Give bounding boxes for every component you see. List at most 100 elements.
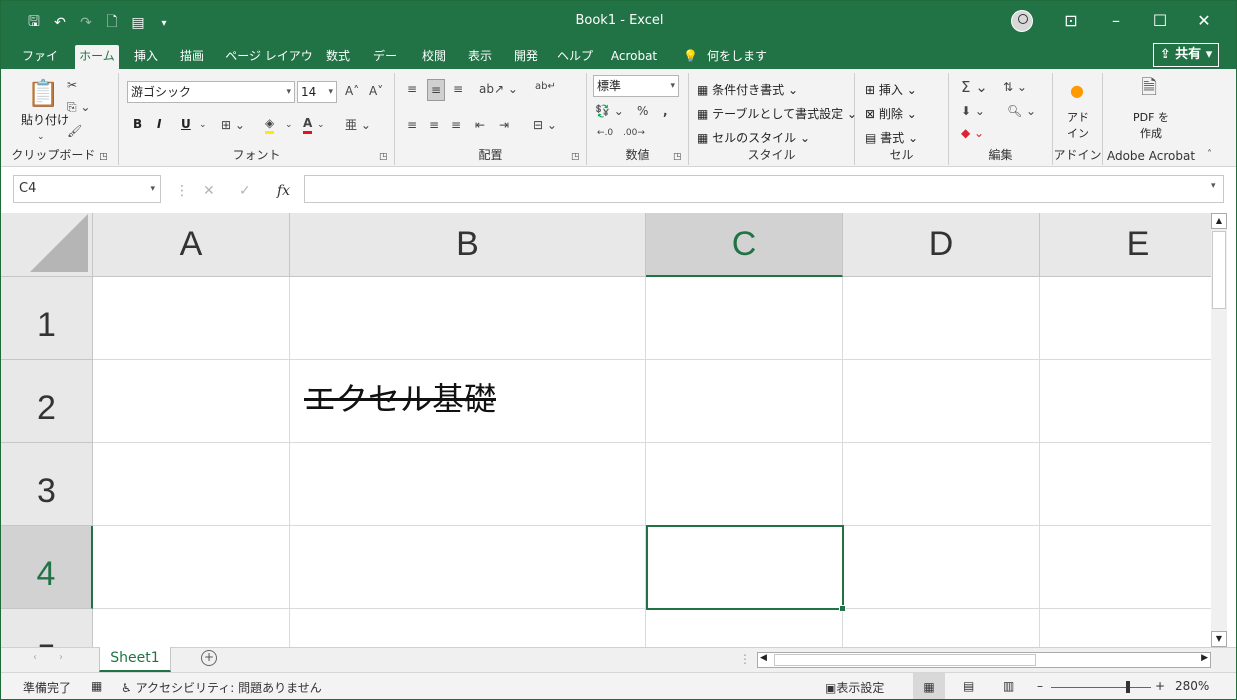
decrease-indent-icon[interactable]: ⇤ xyxy=(475,117,485,133)
number-dialog-launcher-icon[interactable]: ◳ xyxy=(673,149,682,165)
cell-d1[interactable] xyxy=(843,277,1040,360)
column-header-a[interactable]: A xyxy=(93,213,290,277)
create-pdf-button[interactable]: PDF を作成 xyxy=(1131,109,1171,141)
fill-color-dropdown-icon[interactable]: ⌄ xyxy=(285,117,293,133)
cell-styles-button[interactable]: ▦ セルのスタイル ⌄ xyxy=(697,129,810,146)
new-sheet-icon[interactable]: + xyxy=(201,650,217,666)
borders-icon[interactable]: ⊞ ⌄ xyxy=(221,117,245,133)
row-header-3[interactable]: 3 xyxy=(1,443,93,526)
column-header-d[interactable]: D xyxy=(843,213,1040,277)
zoom-in-icon[interactable]: + xyxy=(1155,679,1165,693)
cell-a1[interactable] xyxy=(93,277,290,360)
cell-c5[interactable] xyxy=(646,609,843,647)
orientation-icon[interactable]: ab↗ ⌄ xyxy=(479,81,518,97)
column-header-b[interactable]: B xyxy=(290,213,646,277)
number-format-combo[interactable]: 標準 ▾ xyxy=(593,75,679,97)
sheet-prev-icon[interactable]: ‹ xyxy=(33,652,37,663)
font-color-dropdown-icon[interactable]: ⌄ xyxy=(317,117,325,133)
insert-function-icon[interactable]: fx xyxy=(277,183,290,199)
cell-e1[interactable] xyxy=(1040,277,1211,360)
tab-data[interactable]: データ xyxy=(367,45,403,85)
tab-view[interactable]: 表示 xyxy=(463,45,497,69)
print-preview-icon[interactable]: 🗋 xyxy=(103,11,121,35)
alignment-dialog-launcher-icon[interactable]: ◳ xyxy=(571,149,580,165)
cell-d5[interactable] xyxy=(843,609,1040,647)
sheet-next-icon[interactable]: › xyxy=(59,652,63,663)
minimize-button[interactable]: – xyxy=(1101,9,1131,33)
tab-insert[interactable]: 挿入 xyxy=(129,45,163,69)
page-break-preview-icon[interactable]: ▥ xyxy=(1003,679,1014,693)
increase-decimal-icon[interactable]: ←.0 xyxy=(597,125,613,141)
cell-a4[interactable] xyxy=(93,526,290,609)
merge-center-icon[interactable]: ⊟ ⌄ xyxy=(533,117,557,133)
form-icon[interactable]: ▤ xyxy=(129,15,147,31)
bold-button[interactable]: B xyxy=(133,117,142,131)
paste-button[interactable]: 貼り付け xyxy=(21,111,69,128)
cell-e5[interactable] xyxy=(1040,609,1211,647)
horizontal-scroll-thumb[interactable] xyxy=(774,654,1036,666)
tab-review[interactable]: 校閲 xyxy=(417,45,451,69)
cell-e2[interactable] xyxy=(1040,360,1211,443)
cell-e4[interactable] xyxy=(1040,526,1211,609)
name-box-dropdown-icon[interactable]: ▾ xyxy=(150,176,155,202)
cell-e3[interactable] xyxy=(1040,443,1211,526)
customize-qat-icon[interactable]: ▾ xyxy=(155,18,173,29)
cell-c3[interactable] xyxy=(646,443,843,526)
save-icon[interactable]: 🖫 xyxy=(25,11,43,35)
tell-me-search[interactable]: 何をしますか xyxy=(705,45,775,85)
sheet-tab-sheet1[interactable]: Sheet1 xyxy=(99,647,171,672)
collapse-ribbon-icon[interactable]: ˄ xyxy=(1207,147,1212,163)
autosum-icon[interactable]: Σ ⌄ xyxy=(961,79,988,95)
column-header-c[interactable]: C xyxy=(646,213,843,277)
cell-b3[interactable] xyxy=(290,443,646,526)
addins-button[interactable]: アド イン xyxy=(1061,109,1095,141)
select-all-button[interactable] xyxy=(1,213,93,277)
clear-icon[interactable]: ◆ ⌄ xyxy=(961,125,984,141)
close-button[interactable]: ✕ xyxy=(1189,9,1219,33)
format-cells-button[interactable]: ▤ 書式 ⌄ xyxy=(865,129,918,146)
paste-dropdown-icon[interactable]: ⌄ xyxy=(37,129,45,145)
zoom-out-icon[interactable]: – xyxy=(1037,679,1043,693)
scroll-down-icon[interactable]: ▼ xyxy=(1211,631,1227,647)
tab-home[interactable]: ホーム xyxy=(75,45,119,69)
conditional-formatting-button[interactable]: ▦ 条件付き書式 ⌄ xyxy=(697,81,798,98)
cancel-entry-icon[interactable]: ✕ xyxy=(203,183,215,199)
row-header-1[interactable]: 1 xyxy=(1,277,93,360)
comma-style-icon[interactable]: , xyxy=(663,103,668,119)
zoom-slider-knob[interactable] xyxy=(1126,681,1130,693)
percent-style-icon[interactable]: % xyxy=(637,103,648,119)
format-as-table-button[interactable]: ▦ テーブルとして書式設定 ⌄ xyxy=(697,105,857,122)
tab-file[interactable]: ファイル xyxy=(19,45,61,85)
tab-acrobat[interactable]: Acrobat xyxy=(605,45,663,69)
cell-d3[interactable] xyxy=(843,443,1040,526)
active-cell-selection[interactable] xyxy=(646,525,846,612)
cell-a2[interactable] xyxy=(93,360,290,443)
tab-split-handle-icon[interactable]: ⋮ xyxy=(739,652,751,666)
cell-b2[interactable]: エクセル基礎 xyxy=(290,360,646,443)
row-header-4[interactable]: 4 xyxy=(1,526,93,609)
scroll-left-icon[interactable]: ◀ xyxy=(760,653,767,663)
cut-icon[interactable]: ✂ xyxy=(67,77,77,93)
font-color-icon[interactable]: A xyxy=(303,115,313,134)
italic-button[interactable]: I xyxy=(157,117,161,131)
fill-icon[interactable]: ⬇ ⌄ xyxy=(961,103,985,119)
tab-developer[interactable]: 開発 xyxy=(509,45,543,69)
formula-input[interactable] xyxy=(304,175,1224,203)
zoom-slider[interactable] xyxy=(1051,687,1151,688)
share-button[interactable]: ⇪ 共有 ▾ xyxy=(1153,43,1219,67)
row-header-5[interactable]: 5 xyxy=(1,609,93,647)
cell-c1[interactable] xyxy=(646,277,843,360)
confirm-entry-icon[interactable]: ✓ xyxy=(239,183,251,199)
cell-a5[interactable] xyxy=(93,609,290,647)
tab-formulas[interactable]: 数式 xyxy=(321,45,355,69)
underline-dropdown-icon[interactable]: ⌄ xyxy=(199,117,207,133)
decrease-decimal-icon[interactable]: .00→ xyxy=(623,125,645,141)
cell-b1[interactable] xyxy=(290,277,646,360)
phonetic-guide-icon[interactable]: 亜 ⌄ xyxy=(345,117,371,133)
align-left-icon[interactable]: ≡ xyxy=(407,117,417,133)
cell-c2[interactable] xyxy=(646,360,843,443)
macro-record-icon[interactable]: ▦ xyxy=(91,679,102,693)
align-top-icon[interactable]: ≡ xyxy=(407,81,417,97)
wrap-text-icon[interactable]: ab↵ xyxy=(535,79,556,95)
cell-d4[interactable] xyxy=(843,526,1040,609)
